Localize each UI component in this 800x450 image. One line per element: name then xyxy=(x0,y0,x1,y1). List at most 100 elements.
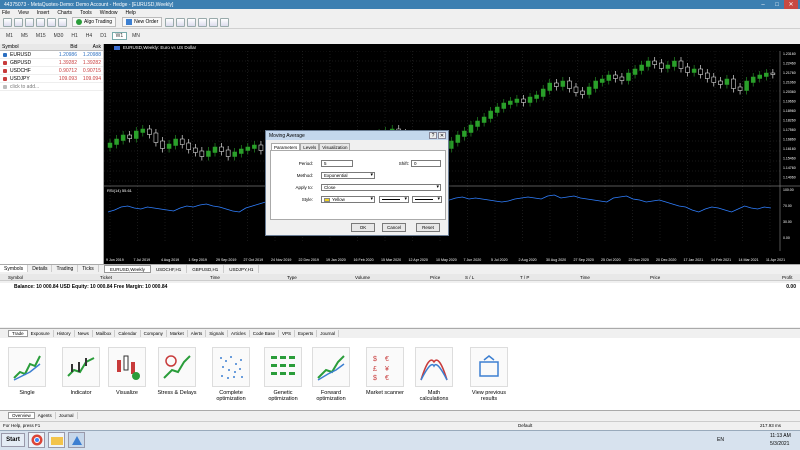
tab-history[interactable]: History xyxy=(54,329,75,337)
timeframe-m30[interactable]: M30 xyxy=(51,32,67,40)
timeframe-m15[interactable]: M15 xyxy=(33,32,49,40)
line-chart-icon[interactable] xyxy=(198,17,208,27)
menu-help[interactable]: Help xyxy=(126,10,136,16)
tab-details[interactable]: Details xyxy=(28,265,53,272)
tester-card-complete-optimization[interactable]: Complete optimization xyxy=(210,347,252,402)
menu-file[interactable]: File xyxy=(2,10,10,16)
tab-calendar[interactable]: Calendar xyxy=(115,329,141,337)
tester-card-math-calculations[interactable]: Math calculations xyxy=(413,347,455,402)
ok-button[interactable]: OK xyxy=(351,223,375,232)
new-chart-icon[interactable] xyxy=(3,17,12,27)
chart-window[interactable]: EURUSD,Weekly: Euro vs US Dollar 1.23160… xyxy=(104,44,800,264)
chrome-icon[interactable] xyxy=(28,432,45,448)
line-style-select[interactable] xyxy=(379,196,409,203)
algo-trading-label: Algo Trading xyxy=(84,19,113,25)
timeframe-w1[interactable]: W1 xyxy=(111,31,128,40)
date-tick-label: 20 Dec 2020 xyxy=(656,258,676,262)
minimize-button[interactable]: – xyxy=(756,0,770,9)
tab-ticks[interactable]: Ticks xyxy=(78,265,99,272)
tester-card-single[interactable]: Single xyxy=(6,347,48,396)
tab-exposure[interactable]: Exposure xyxy=(28,329,54,337)
tester-card-stress-delays[interactable]: Stress & Delays xyxy=(156,347,198,396)
method-select[interactable]: Exponential xyxy=(321,172,375,179)
metatrader-icon[interactable] xyxy=(68,432,85,448)
timeframe-mn[interactable]: MN xyxy=(129,32,143,40)
language-indicator[interactable]: EN xyxy=(717,437,724,443)
tester-card-view-previous-results[interactable]: View previous results xyxy=(468,347,510,402)
candle-body xyxy=(475,120,480,127)
tab-market[interactable]: Market xyxy=(167,329,188,337)
buy-sell-icon[interactable] xyxy=(165,17,175,27)
line-width-select[interactable] xyxy=(412,196,442,203)
chart-tab-eurusd[interactable]: EURUSD,Weekly xyxy=(104,265,151,273)
dialog-close-button[interactable]: ✕ xyxy=(438,132,446,139)
tab-mailbox[interactable]: Mailbox xyxy=(93,329,116,337)
market-watch-icon[interactable] xyxy=(25,17,34,27)
zoom-out-icon[interactable] xyxy=(220,17,230,27)
tab-tester-journal[interactable]: Journal xyxy=(56,411,78,419)
menu-window[interactable]: Window xyxy=(100,10,118,16)
timeframe-d1[interactable]: D1 xyxy=(97,32,109,40)
add-symbol-row[interactable]: click to add... xyxy=(0,83,103,91)
start-button[interactable]: Start xyxy=(1,433,25,447)
algo-trading-button[interactable]: Algo Trading xyxy=(72,17,117,27)
chart-tab-usdjpy[interactable]: USDJPY,H1 xyxy=(224,265,260,273)
tab-journal[interactable]: Journal xyxy=(317,329,340,337)
tab-company[interactable]: Company xyxy=(141,329,167,337)
tester-icon[interactable] xyxy=(58,17,67,27)
menu-view[interactable]: View xyxy=(18,10,29,16)
tab-articles[interactable]: Articles xyxy=(228,329,250,337)
cancel-button[interactable]: Cancel xyxy=(382,223,406,232)
candle-body xyxy=(481,116,487,123)
reset-button[interactable]: Reset xyxy=(416,223,440,232)
tester-card-indicator[interactable]: Indicator xyxy=(60,347,102,396)
market-watch-row[interactable]: USDJPY 109.093 109.094 xyxy=(0,75,103,83)
chart-tab-usdchf[interactable]: USDCHF,H1 xyxy=(151,265,188,273)
tab-trade[interactable]: Trade xyxy=(8,329,28,337)
tab-code-base[interactable]: Code Base xyxy=(250,329,280,337)
shift-input[interactable]: 0 xyxy=(411,160,441,167)
tab-news[interactable]: News xyxy=(75,329,93,337)
timeframe-h4[interactable]: H4 xyxy=(83,32,95,40)
tab-agents[interactable]: Agents xyxy=(35,411,56,419)
tab-trading[interactable]: Trading xyxy=(52,265,79,272)
zoom-in-icon[interactable] xyxy=(209,17,219,27)
date-tick-label: 25 Oct 2020 xyxy=(601,258,621,262)
terminal-icon[interactable] xyxy=(47,17,56,27)
bar-chart-icon[interactable] xyxy=(176,17,186,27)
tester-card-forward-optimization[interactable]: Forward optimization xyxy=(310,347,352,402)
navigator-icon[interactable] xyxy=(36,17,45,27)
tab-alerts[interactable]: Alerts xyxy=(188,329,207,337)
profiles-icon[interactable] xyxy=(14,17,23,27)
tester-card-genetic-optimization[interactable]: Genetic optimization xyxy=(262,347,304,402)
date-tick-label: 27 Sep 2020 xyxy=(574,258,594,262)
tab-vps[interactable]: VPS xyxy=(279,329,296,337)
period-input[interactable]: 5 xyxy=(321,160,353,167)
close-button[interactable]: ✕ xyxy=(784,0,798,9)
price-chart[interactable]: 1.23160 1.22460 1.21760 1.21060 1.20360 1.196… xyxy=(104,51,800,264)
market-watch-row[interactable]: GBPUSD 1.39282 1.39282 xyxy=(0,59,103,67)
chart-tab-gbpusd[interactable]: GBPUSD,H1 xyxy=(187,265,225,273)
dialog-help-button[interactable]: ? xyxy=(429,132,437,139)
tab-symbols[interactable]: Symbols xyxy=(0,265,29,272)
menu-charts[interactable]: Charts xyxy=(57,10,72,16)
menu-tools[interactable]: Tools xyxy=(80,10,92,16)
apply-to-select[interactable]: Close xyxy=(321,184,441,191)
timeframe-m5[interactable]: M5 xyxy=(18,32,31,40)
tab-signals[interactable]: Signals xyxy=(206,329,228,337)
tester-card-visualize[interactable]: Visualize xyxy=(106,347,148,396)
maximize-button[interactable]: □ xyxy=(770,0,784,9)
tester-card-market-scanner[interactable]: $ € £ ¥ $ € Market scanner xyxy=(364,347,406,396)
timeframe-m1[interactable]: M1 xyxy=(3,32,16,40)
new-order-button[interactable]: New Order xyxy=(122,17,163,27)
explorer-icon[interactable] xyxy=(48,432,65,448)
tab-overview[interactable]: Overview xyxy=(8,411,35,419)
color-select[interactable]: Yellow xyxy=(321,196,375,203)
tab-experts[interactable]: Experts xyxy=(295,329,318,337)
market-watch-row[interactable]: USDCHF 0.90712 0.90715 xyxy=(0,67,103,75)
timeframe-h1[interactable]: H1 xyxy=(68,32,80,40)
menu-insert[interactable]: Insert xyxy=(37,10,50,16)
svg-text:€: € xyxy=(385,356,389,363)
market-watch-row[interactable]: EURUSD 1.20986 1.20988 xyxy=(0,51,103,59)
candle-chart-icon[interactable] xyxy=(187,17,197,27)
